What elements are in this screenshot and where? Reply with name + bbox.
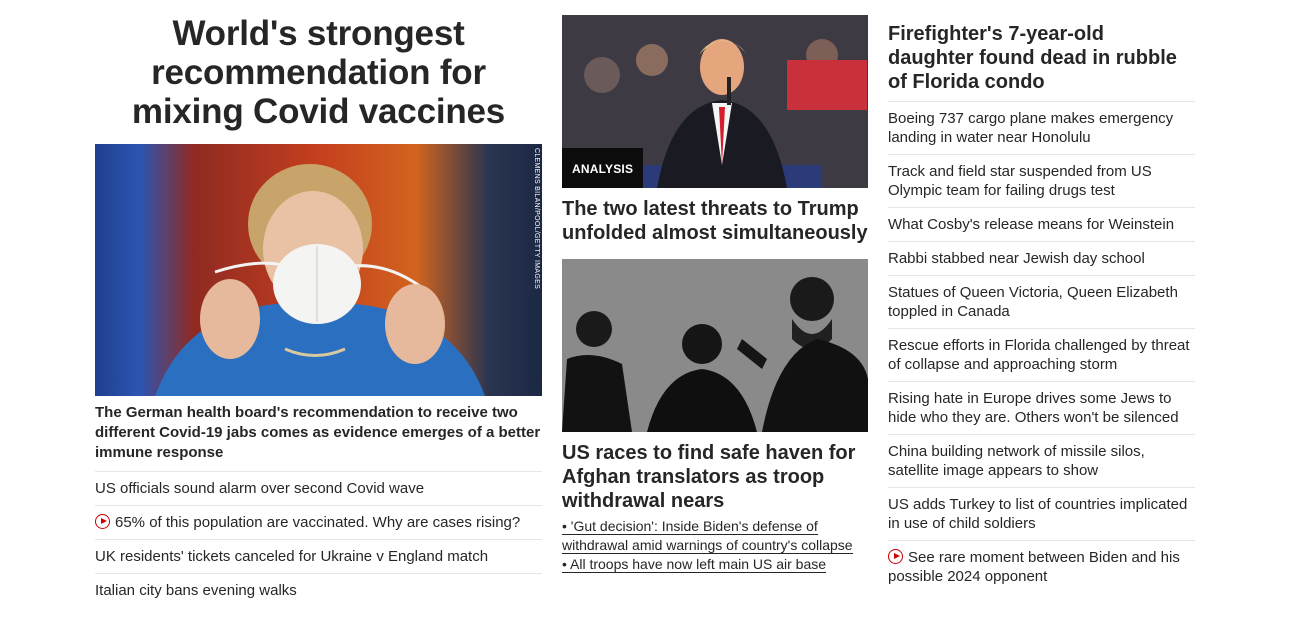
trump-story-image[interactable]: ANALYSIS	[562, 15, 868, 188]
list-item-text: See rare moment between Biden and his po…	[888, 549, 1180, 585]
list-item-text: What Cosby's release means for Weinstein	[888, 216, 1175, 233]
afghan-story-headline[interactable]: US races to find safe haven for Afghan t…	[562, 441, 868, 513]
play-circle-icon	[888, 549, 903, 564]
list-item[interactable]: Rising hate in Europe drives some Jews t…	[888, 382, 1195, 435]
right-top-headline[interactable]: Firefighter's 7-year-old daughter found …	[888, 22, 1195, 102]
list-item[interactable]: Rescue efforts in Florida challenged by …	[888, 329, 1195, 382]
list-item-text: UK residents' tickets canceled for Ukrai…	[95, 548, 489, 565]
list-item[interactable]: 65% of this population are vaccinated. W…	[95, 506, 542, 540]
list-item-text: Boeing 737 cargo plane makes emergency l…	[888, 110, 1174, 146]
right-headline-list: Boeing 737 cargo plane makes emergency l…	[888, 102, 1195, 593]
list-item[interactable]: Boeing 737 cargo plane makes emergency l…	[888, 102, 1195, 155]
list-item[interactable]: Italian city bans evening walks	[95, 574, 542, 607]
list-item[interactable]: Statues of Queen Victoria, Queen Elizabe…	[888, 276, 1195, 329]
play-circle-icon	[95, 514, 110, 529]
right-column: Firefighter's 7-year-old daughter found …	[888, 22, 1195, 593]
list-item-text: Rabbi stabbed near Jewish day school	[888, 250, 1145, 267]
list-item[interactable]: See rare moment between Biden and his po…	[888, 541, 1195, 593]
lead-related-list: US officials sound alarm over second Cov…	[95, 472, 542, 607]
list-item-text: US adds Turkey to list of countries impl…	[888, 496, 1188, 532]
list-item-text: US officials sound alarm over second Cov…	[95, 480, 425, 497]
list-item[interactable]: US adds Turkey to list of countries impl…	[888, 488, 1195, 541]
trump-story-headline[interactable]: The two latest threats to Trump unfolded…	[562, 197, 868, 245]
list-item[interactable]: Rabbi stabbed near Jewish day school	[888, 242, 1195, 276]
list-item-text: Track and field star suspended from US O…	[888, 163, 1152, 199]
list-item-text: 65% of this population are vaccinated. W…	[115, 514, 521, 531]
lead-story: World's strongest recommendation for mix…	[95, 14, 542, 607]
list-item-text: Statues of Queen Victoria, Queen Elizabe…	[888, 284, 1178, 320]
list-item-text: Rescue efforts in Florida challenged by …	[888, 337, 1190, 373]
afghan-sublinks: • 'Gut decision': Inside Biden's defense…	[562, 517, 868, 574]
middle-column: ANALYSIS The two latest threats to Trump…	[562, 15, 868, 574]
list-item-text: Italian city bans evening walks	[95, 582, 297, 599]
sublink[interactable]: • All troops have now left main US air b…	[562, 555, 868, 574]
lead-image-art	[155, 164, 485, 396]
list-item-text: Rising hate in Europe drives some Jews t…	[888, 390, 1179, 426]
sublink-text: • 'Gut decision': Inside Biden's defense…	[562, 518, 853, 554]
list-item[interactable]: US officials sound alarm over second Cov…	[95, 472, 542, 506]
sublink[interactable]: • 'Gut decision': Inside Biden's defense…	[562, 517, 868, 555]
list-item[interactable]: What Cosby's release means for Weinstein	[888, 208, 1195, 242]
lead-caption[interactable]: The German health board's recommendation…	[95, 403, 542, 472]
list-item-text: China building network of missile silos,…	[888, 443, 1145, 479]
sublink-text: • All troops have now left main US air b…	[562, 556, 827, 573]
image-credit: CLEMENS BILAN/POOL/GETTY IMAGES	[533, 148, 540, 290]
afghan-image-art	[562, 259, 868, 432]
analysis-badge: ANALYSIS	[562, 148, 644, 188]
lead-image[interactable]: CLEMENS BILAN/POOL/GETTY IMAGES	[95, 144, 542, 396]
list-item[interactable]: UK residents' tickets canceled for Ukrai…	[95, 540, 542, 574]
afghan-story-image[interactable]	[562, 259, 868, 432]
list-item[interactable]: Track and field star suspended from US O…	[888, 155, 1195, 208]
list-item[interactable]: China building network of missile silos,…	[888, 435, 1195, 488]
lead-headline[interactable]: World's strongest recommendation for mix…	[95, 14, 542, 131]
